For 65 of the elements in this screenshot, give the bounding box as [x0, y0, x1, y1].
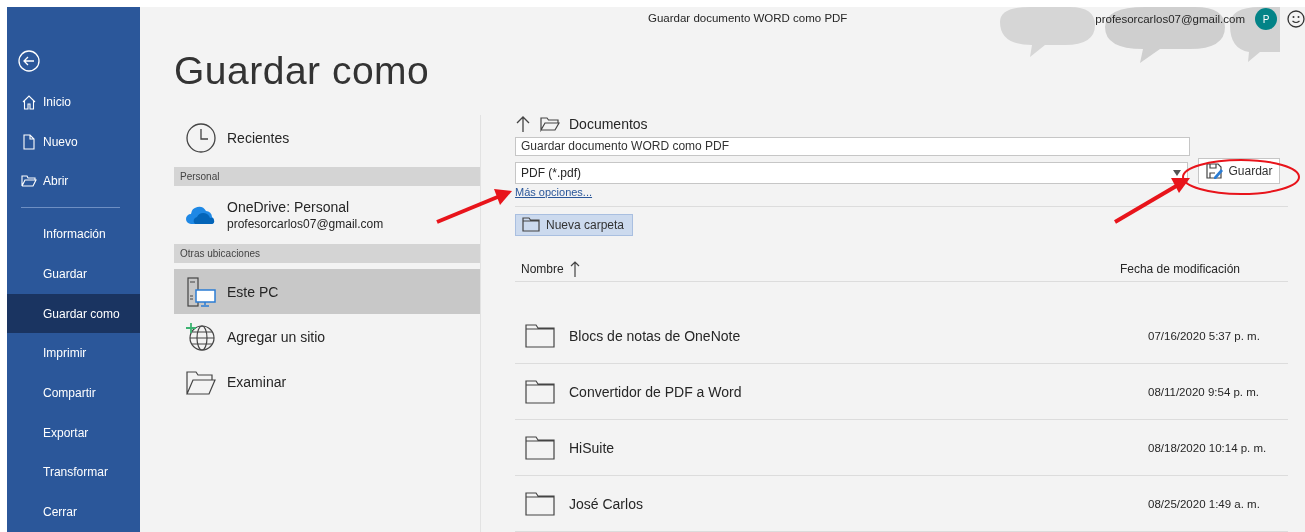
computer-icon [184, 275, 217, 308]
sidebar-item[interactable]: Cerrar [7, 492, 140, 532]
sidebar-item[interactable]: Abrir [7, 161, 140, 202]
save-button[interactable]: Guardar [1198, 157, 1280, 184]
sidebar-item[interactable]: Inicio [7, 82, 140, 122]
file-name-field[interactable]: Guardar documento WORD como PDF [515, 137, 1190, 156]
section-header: Otras ubicaciones [174, 244, 480, 263]
folder-icon [525, 491, 555, 516]
sidebar-item[interactable]: Exportar [7, 412, 140, 453]
file-date: 08/25/2020 1:49 a. m. [1148, 497, 1261, 510]
column-header[interactable]: Fecha de modificación [1119, 261, 1240, 276]
location-item[interactable]: Agregar un sitio [174, 314, 480, 359]
file-date: 08/18/2020 10:14 p. m. [1148, 441, 1268, 454]
location-item[interactable]: Examinar [174, 359, 480, 404]
sidebar-item[interactable]: Guardar como [7, 293, 140, 334]
document-icon [21, 133, 37, 150]
save-icon [1205, 161, 1224, 180]
location-label: Recientes [227, 129, 290, 146]
file-row[interactable]: HiSuite 08/18/2020 10:14 p. m. [515, 420, 1288, 476]
account-email: profesorcarlos07@gmail.com [1095, 13, 1245, 25]
file-name: Blocs de notas de OneNote [569, 327, 741, 344]
folder-icon [525, 435, 555, 460]
page-title: Guardar como [174, 49, 431, 93]
file-date: 08/11/2020 9:54 p. m. [1148, 385, 1261, 398]
folder-icon [21, 173, 37, 190]
sidebar-item[interactable]: Compartir [7, 373, 140, 413]
location-label: Este PC [227, 283, 279, 300]
sidebar-item[interactable]: Transformar [7, 452, 140, 493]
file-date: 07/16/2020 5:37 p. m. [1148, 329, 1261, 342]
file-row[interactable]: Blocs de notas de OneNote 07/16/2020 5:37 p. m. [515, 308, 1288, 364]
smiley-icon [1287, 10, 1305, 28]
folder-icon [522, 217, 540, 233]
location-item[interactable]: OneDrive: Personal profesorcarlos07@gmail.com [174, 192, 480, 237]
globe-add-icon [184, 320, 217, 353]
sidebar-item[interactable]: Información [7, 214, 140, 254]
file-type-dropdown[interactable]: PDF (*.pdf) [515, 161, 1188, 184]
column-header[interactable]: Nombre [521, 261, 564, 276]
location-label: Agregar un sitio [227, 328, 326, 345]
new-folder-button[interactable]: Nueva carpeta [515, 213, 634, 237]
location-email: profesorcarlos07@gmail.com [227, 216, 384, 231]
clock-icon [184, 121, 217, 154]
section-header: Personal [174, 167, 480, 186]
home-icon [21, 93, 37, 110]
folder-icon [540, 116, 560, 133]
location-item[interactable]: Este PC [174, 269, 480, 314]
folder-icon [525, 379, 555, 404]
file-name: Convertidor de PDF a Word [569, 383, 742, 400]
sidebar-item[interactable]: Nuevo [7, 121, 140, 162]
back-icon[interactable] [18, 50, 40, 72]
sidebar-item[interactable]: Imprimir [7, 333, 140, 374]
location-label: Examinar [227, 373, 287, 390]
more-options-link[interactable]: Más opciones... [515, 185, 593, 198]
folder-name: Documentos [569, 116, 648, 133]
file-name: José Carlos [569, 495, 643, 512]
file-row[interactable]: José Carlos 08/25/2020 1:49 a. m. [515, 476, 1288, 532]
up-arrow-icon[interactable] [515, 115, 531, 134]
location-item[interactable]: Recientes [174, 115, 480, 160]
sort-arrow-icon [569, 259, 580, 278]
sidebar-item[interactable]: Guardar [7, 253, 140, 294]
file-row[interactable]: Convertidor de PDF a Word 08/11/2020 9:54 p. m. [515, 364, 1288, 420]
location-label: OneDrive: Personal [227, 198, 351, 215]
folder-icon [525, 323, 555, 348]
window-title: Guardar documento WORD como PDF [648, 12, 848, 24]
dropdown-caret-icon [1173, 169, 1181, 176]
file-name: HiSuite [569, 439, 615, 456]
